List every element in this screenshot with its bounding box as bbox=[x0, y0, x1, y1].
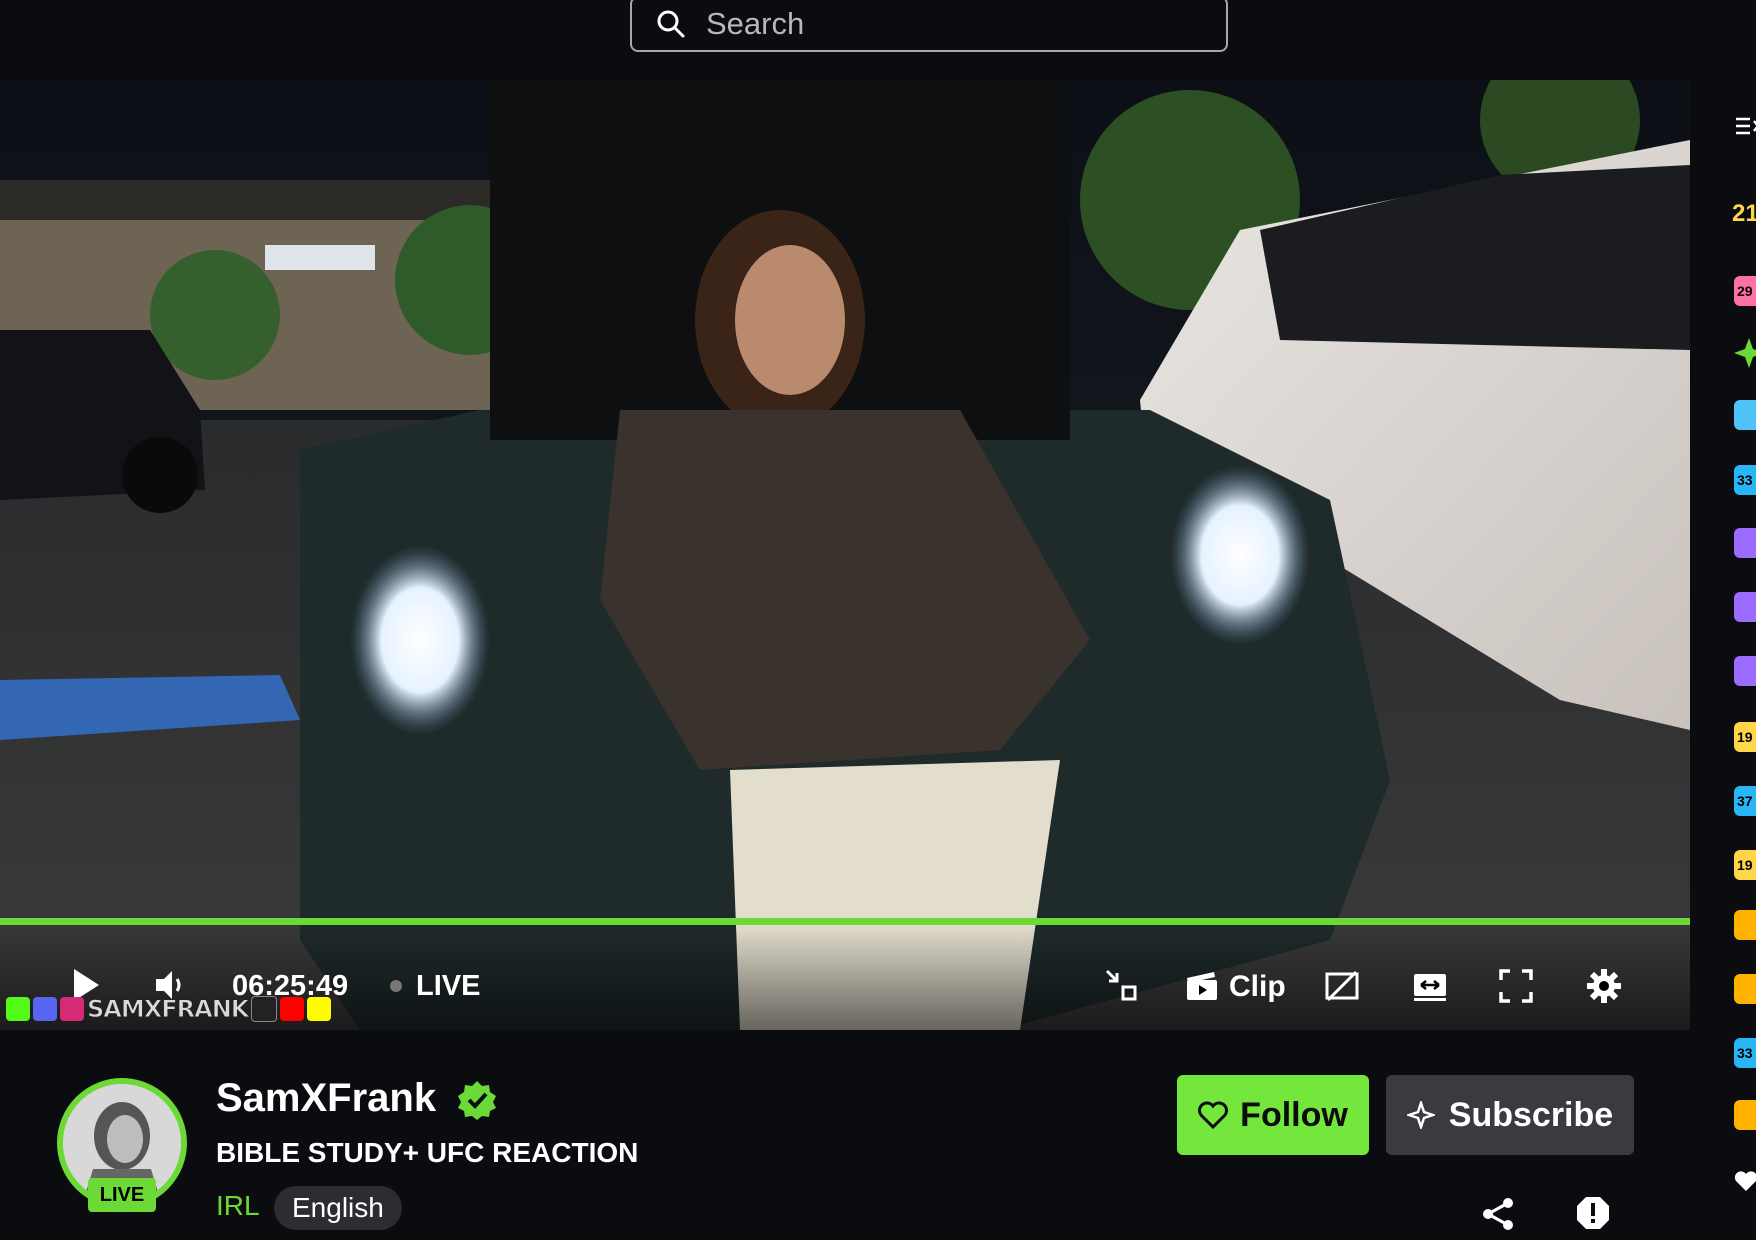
chat-badge: 37 bbox=[1734, 786, 1756, 816]
shrink-icon bbox=[1105, 969, 1137, 1001]
search-icon bbox=[657, 10, 685, 38]
progress-bar[interactable] bbox=[0, 918, 1690, 925]
live-indicator[interactable]: LIVE bbox=[416, 970, 480, 1003]
picture-off-icon bbox=[1325, 970, 1359, 1002]
clip-icon bbox=[1187, 972, 1217, 1000]
chat-badge-icon bbox=[1734, 592, 1756, 622]
search-box[interactable] bbox=[630, 0, 1228, 52]
avatar-live-badge: LIVE bbox=[88, 1178, 156, 1212]
channel-name[interactable]: SamXFrank bbox=[216, 1076, 436, 1121]
alert-icon bbox=[1577, 1197, 1609, 1229]
chat-badge: 33 bbox=[1734, 465, 1756, 495]
star-icon bbox=[1734, 338, 1756, 368]
chat-badge: 33 bbox=[1734, 1038, 1756, 1068]
overlay-name: SAMXFRANK bbox=[86, 995, 249, 1024]
share-button[interactable] bbox=[1480, 1196, 1520, 1236]
gear-icon bbox=[1587, 969, 1621, 1003]
x-icon bbox=[251, 996, 278, 1022]
theatre-mode-button[interactable] bbox=[1410, 966, 1450, 1006]
instagram-icon bbox=[60, 997, 84, 1021]
fullscreen-button[interactable] bbox=[1496, 966, 1536, 1006]
follow-label: Follow bbox=[1240, 1095, 1348, 1134]
live-dot bbox=[390, 980, 402, 992]
subscribe-button[interactable]: Subscribe bbox=[1386, 1075, 1634, 1155]
subscribe-label: Subscribe bbox=[1448, 1095, 1614, 1134]
top-bar bbox=[0, 0, 1756, 80]
stream-overlay-tag: SAMXFRANK bbox=[6, 993, 332, 1025]
fullscreen-icon bbox=[1499, 969, 1533, 1003]
kick-icon bbox=[6, 997, 30, 1021]
youtube-icon bbox=[280, 997, 305, 1021]
snapchat-icon bbox=[307, 997, 332, 1021]
theatre-icon bbox=[1414, 974, 1446, 1001]
chat-count: 21 bbox=[1732, 200, 1756, 227]
chat-badge-icon bbox=[1734, 910, 1756, 940]
language-tag[interactable]: English bbox=[274, 1186, 402, 1230]
chat-badge-icon bbox=[1734, 656, 1756, 686]
discord-icon bbox=[33, 997, 57, 1021]
chat-badge-icon bbox=[1734, 528, 1756, 558]
chat-badge: 19 bbox=[1734, 850, 1756, 880]
settings-button[interactable] bbox=[1584, 966, 1624, 1006]
stream-title: BIBLE STUDY+ UFC REACTION bbox=[216, 1137, 639, 1168]
sparkle-icon bbox=[1406, 1101, 1435, 1129]
share-icon bbox=[1483, 1198, 1513, 1230]
chat-badge: 19 bbox=[1734, 722, 1756, 752]
search-input[interactable] bbox=[704, 5, 1188, 43]
video-frame bbox=[0, 80, 1690, 1030]
follow-button[interactable]: Follow bbox=[1177, 1075, 1369, 1155]
video-player[interactable] bbox=[0, 80, 1690, 1030]
clip-label[interactable]: Clip bbox=[1229, 970, 1286, 1004]
heart-icon bbox=[1198, 1101, 1229, 1129]
collapse-button[interactable] bbox=[1102, 966, 1140, 1004]
expand-chat-icon[interactable] bbox=[1734, 116, 1756, 136]
heart-icon[interactable] bbox=[1734, 1170, 1756, 1192]
chat-badge-icon bbox=[1734, 974, 1756, 1004]
report-button[interactable] bbox=[1576, 1196, 1616, 1236]
verified-badge-icon bbox=[458, 1081, 496, 1120]
chat-badge-icon bbox=[1734, 1100, 1756, 1130]
clip-button[interactable] bbox=[1182, 966, 1222, 1006]
category-link[interactable]: IRL bbox=[216, 1190, 260, 1222]
chat-rail: 21 29 33 19 37 19 33 bbox=[1690, 80, 1756, 1240]
chat-badge-icon bbox=[1734, 400, 1756, 430]
chat-badge: 29 bbox=[1734, 276, 1756, 306]
theatre-off-button[interactable] bbox=[1322, 966, 1362, 1006]
